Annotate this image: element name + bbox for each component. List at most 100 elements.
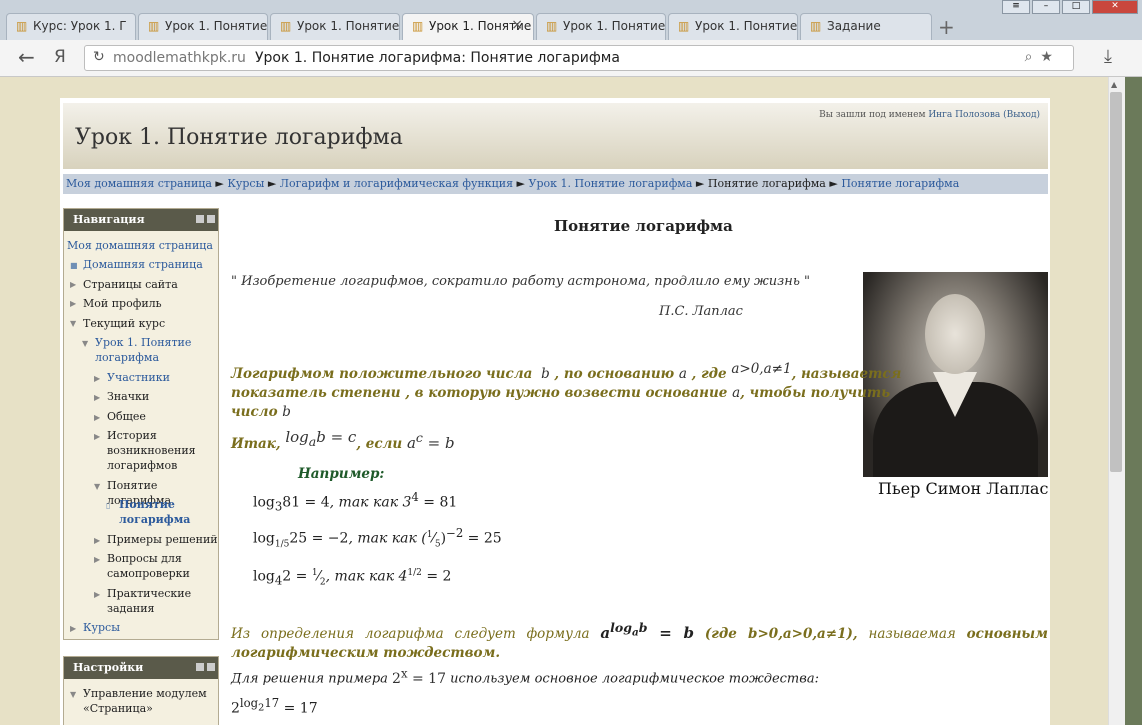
maximize-icon[interactable]: □ bbox=[1062, 0, 1090, 14]
desktop-edge bbox=[1125, 77, 1142, 725]
browser-toolbar: ← Я ↻ moodlemathkpk.ru Урок 1. Понятие л… bbox=[0, 40, 1142, 77]
collapse-arrow-icon[interactable]: ▼ bbox=[94, 482, 100, 491]
course-header: Урок 1. Понятие логарифма Вы зашли под и… bbox=[63, 103, 1048, 169]
address-host: moodlemathkpk.ru bbox=[113, 50, 246, 66]
definition-line-2: показатель степени , в которую нужно воз… bbox=[231, 385, 891, 401]
breadcrumb-link[interactable]: Урок 1. Понятие логарифма bbox=[529, 177, 693, 190]
dock-icon[interactable] bbox=[196, 663, 204, 671]
browser-tab[interactable]: ▥ Задание bbox=[800, 13, 932, 40]
expand-arrow-icon[interactable]: ▶ bbox=[94, 555, 100, 564]
definition-line-3: число b bbox=[231, 404, 291, 420]
browser-tab-active[interactable]: ▥ Урок 1. Понятие × bbox=[402, 13, 534, 40]
expand-arrow-icon[interactable]: ▶ bbox=[70, 624, 76, 633]
login-info: Вы зашли под именем Инга Полозова (Выход… bbox=[819, 110, 1040, 120]
epigraph-quote: " Изобретение логарифмов, сократило рабо… bbox=[231, 274, 811, 289]
browser-tab[interactable]: ▥ Урок 1. Понятие bbox=[138, 13, 268, 40]
definition-line-1: Логарифмом положительного числа b , по о… bbox=[231, 361, 902, 382]
nav-home-link[interactable]: Моя домашняя страница bbox=[67, 238, 213, 253]
navigation-block-header: Навигация bbox=[64, 209, 218, 231]
nav-item[interactable]: Примеры решений bbox=[107, 532, 218, 547]
nav-item[interactable]: Мой профиль bbox=[83, 296, 162, 311]
nav-item[interactable]: Общее bbox=[107, 409, 146, 424]
nav-item[interactable]: Домашняя страница bbox=[83, 257, 203, 272]
itak-line: Итак, logab = c, если ac = b bbox=[231, 428, 455, 452]
expand-arrow-icon[interactable]: ▶ bbox=[94, 536, 100, 545]
yandex-icon[interactable]: Я bbox=[54, 47, 66, 67]
example-1: log381 = 4, так как 34 = 81 bbox=[253, 490, 458, 514]
page-icon: ▯ bbox=[106, 501, 111, 510]
collapse-icon[interactable] bbox=[207, 215, 215, 223]
browser-tab[interactable]: ▥ Курс: Урок 1. Г bbox=[6, 13, 136, 40]
expand-arrow-icon[interactable]: ▶ bbox=[94, 590, 100, 599]
menu-icon[interactable]: ≡ bbox=[1002, 0, 1030, 14]
nav-item[interactable]: задания bbox=[107, 601, 155, 616]
address-bar[interactable]: ↻ moodlemathkpk.ru Урок 1. Понятие логар… bbox=[84, 45, 1074, 71]
course-title: Урок 1. Понятие логарифма bbox=[75, 125, 403, 150]
user-link[interactable]: Инга Полозова bbox=[928, 110, 1000, 120]
breadcrumb-link[interactable]: Моя домашняя страница bbox=[66, 177, 212, 190]
browser-tab[interactable]: ▥ Урок 1. Понятие bbox=[270, 13, 400, 40]
expand-arrow-icon[interactable]: ▶ bbox=[70, 299, 76, 308]
reload-icon[interactable]: ↻ bbox=[93, 49, 105, 65]
scroll-up-icon[interactable]: ▲ bbox=[1111, 80, 1117, 89]
breadcrumb: Моя домашняя страница ► Курсы ► Логарифм… bbox=[63, 174, 1048, 194]
expand-arrow-icon[interactable]: ▶ bbox=[94, 413, 100, 422]
expand-arrow-icon[interactable]: ▶ bbox=[94, 374, 100, 383]
moodle-favicon-icon: ▥ bbox=[280, 19, 292, 33]
example-3: log42 = 1⁄2, так как 41/2 = 2 bbox=[253, 568, 452, 588]
nav-item-current[interactable]: Понятие bbox=[119, 497, 175, 512]
moodle-favicon-icon: ▥ bbox=[678, 19, 690, 33]
main-content: Понятие логарифма " Изобретение логарифм… bbox=[221, 198, 1048, 725]
expand-arrow-icon[interactable]: ▶ bbox=[94, 393, 100, 402]
settings-item[interactable]: «Страница» bbox=[83, 701, 153, 716]
breadcrumb-link[interactable]: Курсы bbox=[227, 177, 264, 190]
expand-arrow-icon[interactable]: ▶ bbox=[94, 432, 100, 441]
collapse-arrow-icon[interactable]: ▼ bbox=[82, 339, 88, 348]
breadcrumb-link[interactable]: Логарифм и логарифмическая функция bbox=[280, 177, 513, 190]
minimize-icon[interactable]: – bbox=[1032, 0, 1060, 14]
scrollbar-thumb[interactable] bbox=[1110, 92, 1122, 472]
nav-item[interactable]: логарифма bbox=[95, 350, 159, 365]
nav-item[interactable]: Страницы сайта bbox=[83, 277, 178, 292]
window-controls: ≡ – □ ✕ bbox=[1002, 0, 1138, 14]
epigraph-author: П.С. Лаплас bbox=[659, 304, 743, 319]
nav-item[interactable]: Вопросы для bbox=[107, 551, 182, 566]
browser-tab[interactable]: ▥ Урок 1. Понятие bbox=[668, 13, 798, 40]
nav-item[interactable]: Значки bbox=[107, 389, 149, 404]
navigation-block: Навигация Моя домашняя страница ■ Домашн… bbox=[63, 208, 219, 640]
settings-item[interactable]: Управление модулем bbox=[83, 686, 207, 701]
solve-line: Для решения примера 2x = 17 используем о… bbox=[231, 666, 819, 687]
nav-item[interactable]: логарифмов bbox=[107, 458, 177, 473]
nav-item[interactable]: Текущий курс bbox=[83, 316, 165, 331]
dock-icon[interactable] bbox=[196, 215, 204, 223]
nav-item[interactable]: Урок 1. Понятие bbox=[95, 335, 191, 350]
logout-link[interactable]: (Выход) bbox=[1003, 110, 1040, 120]
breadcrumb-current: Понятие логарифма bbox=[707, 177, 826, 190]
close-tab-icon[interactable]: × bbox=[511, 17, 523, 33]
nav-item-current[interactable]: логарифма bbox=[119, 512, 190, 527]
breadcrumb-link[interactable]: Понятие логарифма bbox=[841, 177, 959, 190]
address-page-title: Урок 1. Понятие логарифма: Понятие логар… bbox=[255, 50, 620, 66]
back-icon[interactable]: ← bbox=[18, 45, 35, 69]
final-equation: 2log217 = 17 bbox=[231, 696, 318, 717]
collapse-icon[interactable] bbox=[207, 663, 215, 671]
tab-bar: ▥ Курс: Урок 1. Г ▥ Урок 1. Понятие ▥ Урок … bbox=[0, 0, 1142, 40]
nav-item[interactable]: возникновения bbox=[107, 443, 196, 458]
download-icon[interactable]: ⤓ bbox=[1104, 46, 1112, 67]
expand-arrow-icon[interactable]: ▶ bbox=[70, 280, 76, 289]
page-title: Понятие логарифма bbox=[554, 217, 733, 235]
nav-item[interactable]: самопроверки bbox=[107, 566, 190, 581]
bookmark-star-icon[interactable]: ⌕★ bbox=[1025, 49, 1061, 65]
example-heading: Например: bbox=[298, 466, 385, 482]
new-tab-icon[interactable]: + bbox=[938, 15, 955, 39]
moodle-favicon-icon: ▥ bbox=[16, 19, 28, 33]
example-2: log1/525 = −2, так как (1⁄5)−2 = 25 bbox=[253, 526, 502, 550]
collapse-arrow-icon[interactable]: ▼ bbox=[70, 690, 76, 699]
browser-tab[interactable]: ▥ Урок 1. Понятие bbox=[536, 13, 666, 40]
close-window-icon[interactable]: ✕ bbox=[1092, 0, 1138, 14]
nav-item[interactable]: История bbox=[107, 428, 157, 443]
collapse-arrow-icon[interactable]: ▼ bbox=[70, 319, 76, 328]
nav-item[interactable]: Курсы bbox=[83, 620, 120, 635]
nav-item[interactable]: Практические bbox=[107, 586, 191, 601]
nav-item[interactable]: Участники bbox=[107, 370, 170, 385]
